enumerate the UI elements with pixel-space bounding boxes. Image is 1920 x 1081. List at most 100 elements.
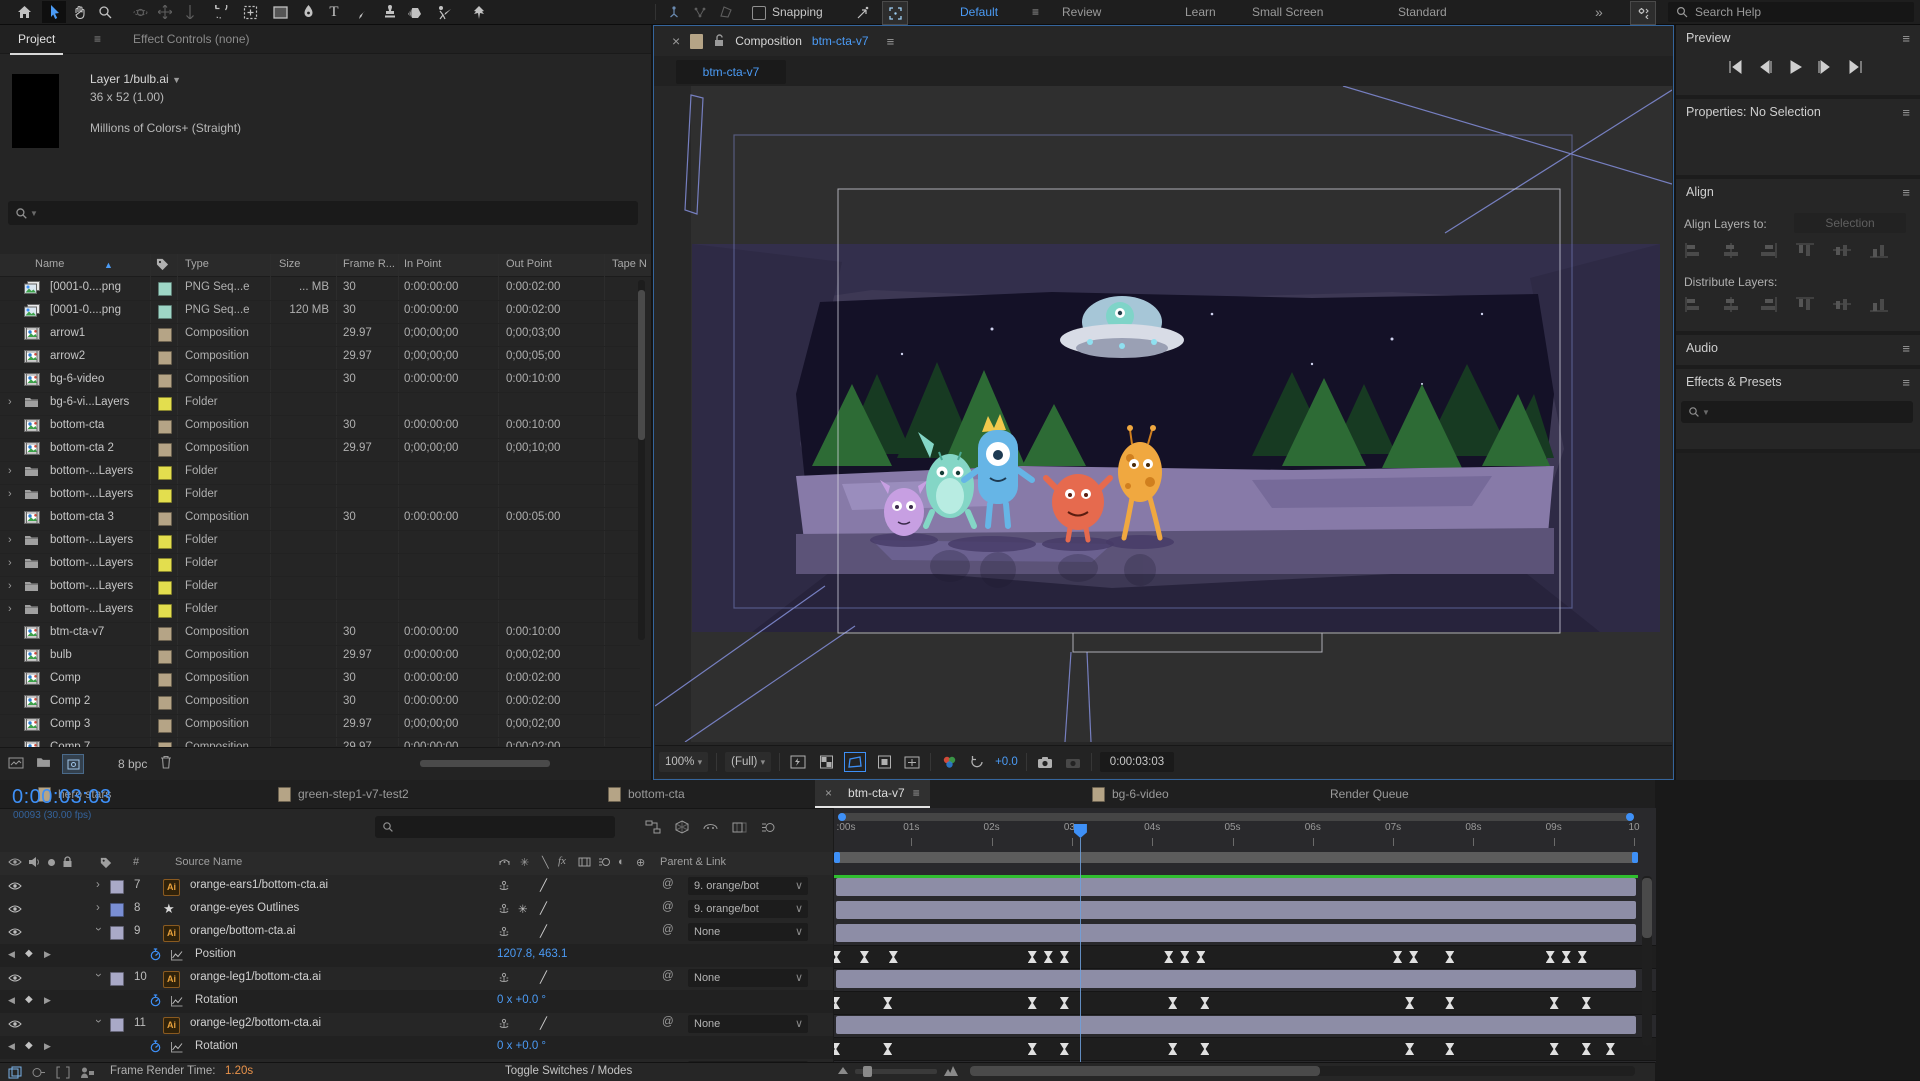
keyframe-icon[interactable]: [1550, 1043, 1559, 1055]
toggle-switches-modes-button[interactable]: Toggle Switches / Modes: [505, 1065, 632, 1077]
layer-name[interactable]: orange-leg1/bottom-cta.ai: [190, 971, 321, 983]
align-selection-dropdown[interactable]: Selection: [1794, 213, 1906, 233]
property-label[interactable]: Position: [195, 948, 236, 960]
quality-sampling-icon[interactable]: [498, 1018, 510, 1030]
project-row[interactable]: ›bottom-...LayersFolder: [0, 553, 640, 577]
exposure-value[interactable]: +0.0: [995, 756, 1018, 768]
layer-duration-bar[interactable]: [836, 878, 1636, 896]
align-button-1[interactable]: [1721, 241, 1741, 259]
property-row[interactable]: ◀◆▶Position1207.8, 463.1: [0, 944, 833, 968]
keyframe-icon[interactable]: [833, 1043, 840, 1055]
project-row[interactable]: arrow2Composition29.970;00;00;000;00;05;…: [0, 346, 640, 370]
timeline-graph-area[interactable]: :00s01s02s03s04s05s06s07s08s09s10: [833, 808, 1656, 1062]
channel-rgb-icon[interactable]: [939, 753, 959, 771]
collapse-chevron-icon[interactable]: ›: [92, 927, 104, 931]
label-color-chip[interactable]: [158, 397, 172, 411]
expand-chevron-icon[interactable]: ›: [8, 488, 12, 500]
exposure-reset-icon[interactable]: [967, 753, 987, 771]
expand-chevron-icon[interactable]: ›: [8, 580, 12, 592]
property-value[interactable]: 1207.8, 463.1: [497, 948, 567, 960]
rig-mesh-icon[interactable]: [714, 1, 738, 23]
label-color-chip[interactable]: [158, 512, 172, 526]
quality-slash-icon[interactable]: ╱: [540, 1016, 547, 1030]
project-row[interactable]: bulbComposition29.970:00:00:000;00;02;00: [0, 645, 640, 669]
keyframe-icon[interactable]: [1409, 951, 1418, 963]
zoom-out-timeline-icon[interactable]: [838, 1065, 848, 1074]
prev-keyframe-button[interactable]: ◀: [8, 995, 15, 1006]
parent-pickwhip-icon[interactable]: @: [662, 878, 674, 890]
orbit-camera-tool-icon[interactable]: [128, 1, 152, 23]
project-row[interactable]: [0001-0....pngPNG Seq...e... MB300:00:00…: [0, 277, 640, 301]
comp-current-time[interactable]: 0:00:03:03: [1100, 752, 1174, 772]
title-action-safe-icon[interactable]: [902, 753, 922, 771]
project-row[interactable]: ›bottom-...LayersFolder: [0, 461, 640, 485]
expand-inout-pane-icon[interactable]: [32, 1066, 46, 1079]
timeline-search-input[interactable]: [375, 816, 615, 838]
distribute-button-4[interactable]: [1832, 295, 1852, 313]
quality-slash-icon[interactable]: ╱: [540, 878, 547, 892]
hide-shy-layers-icon[interactable]: [703, 820, 718, 834]
new-composition-icon[interactable]: [62, 754, 84, 774]
keyframe-icon[interactable]: [860, 951, 869, 963]
project-row[interactable]: bottom-ctaComposition300:00:00:000:00:10…: [0, 415, 640, 439]
pen-tool-icon[interactable]: [296, 1, 320, 23]
workspace-tab-review[interactable]: Review: [1062, 0, 1101, 24]
rotation-tool-icon[interactable]: [208, 1, 232, 23]
keyframe-icon[interactable]: [1445, 997, 1454, 1009]
timeline-tab[interactable]: green-step1-v7-test2: [278, 780, 409, 808]
keyframe-icon[interactable]: [889, 951, 898, 963]
motion-blur-icon[interactable]: [761, 820, 776, 834]
layer-visibility-eye-icon[interactable]: [8, 881, 22, 891]
prev-keyframe-button[interactable]: ◀: [8, 949, 15, 960]
new-folder-icon[interactable]: [36, 756, 51, 768]
label-color-chip[interactable]: [158, 374, 172, 388]
tab-effect-controls[interactable]: Effect Controls (none): [125, 25, 258, 53]
project-row[interactable]: ›bottom-...LayersFolder: [0, 576, 640, 600]
render-queue-tab[interactable]: Render Queue: [1330, 780, 1409, 808]
distribute-button-3[interactable]: [1795, 295, 1815, 313]
fast-previews-icon[interactable]: [788, 753, 808, 771]
stamp-tool-icon[interactable]: [378, 1, 402, 23]
quality-sampling-icon[interactable]: [498, 926, 510, 938]
label-color-chip[interactable]: [158, 650, 172, 664]
keyframe-track[interactable]: [834, 945, 1656, 969]
parent-link-dropdown[interactable]: 9. orange/bot∨: [688, 900, 808, 918]
project-row[interactable]: [0001-0....pngPNG Seq...e120 MB300:00:00…: [0, 300, 640, 324]
pan-behind-anchor-tool-icon[interactable]: [238, 1, 262, 23]
add-keyframe-diamond[interactable]: ◆: [25, 994, 33, 1005]
property-row[interactable]: ◀◆▶Rotation0 x +0.0 °: [0, 1036, 833, 1060]
keyframe-icon[interactable]: [1028, 997, 1037, 1009]
graph-editor-icon[interactable]: [170, 996, 183, 1007]
project-hscroll-handle[interactable]: [420, 760, 550, 767]
snapshot-camera-icon[interactable]: [1035, 753, 1055, 771]
graph-editor-icon[interactable]: [170, 1042, 183, 1053]
frame-blend-icon[interactable]: [732, 820, 747, 834]
quality-sampling-icon[interactable]: [498, 972, 510, 984]
graph-editor-icon[interactable]: [170, 950, 183, 961]
keyframe-icon[interactable]: [1582, 1043, 1591, 1055]
zoom-tool-icon[interactable]: [93, 1, 117, 23]
label-color-chip[interactable]: [158, 719, 172, 733]
guides-options-icon[interactable]: [874, 753, 894, 771]
parent-pickwhip-icon[interactable]: @: [662, 970, 674, 982]
project-row[interactable]: CompComposition300:00:00:000:00:02:00: [0, 668, 640, 692]
first-frame-button[interactable]: [1726, 59, 1744, 75]
next-keyframe-button[interactable]: ▶: [44, 1041, 51, 1052]
label-color-chip[interactable]: [158, 328, 172, 342]
timeline-tab-active[interactable]: ×btm-cta-v7≡: [815, 780, 930, 808]
keyframe-icon[interactable]: [1582, 997, 1591, 1009]
align-button-5[interactable]: [1869, 241, 1889, 259]
label-color-chip[interactable]: [158, 305, 172, 319]
prev-keyframe-button[interactable]: ◀: [8, 1041, 15, 1052]
layer-row[interactable]: ›11Aiorange-leg2/bottom-cta.ai╱@None∨: [0, 1013, 833, 1037]
expand-chevron-icon[interactable]: ›: [8, 465, 12, 477]
previous-frame-button[interactable]: [1756, 59, 1774, 75]
region-of-interest-icon[interactable]: [844, 752, 866, 772]
project-list-scrollbar[interactable]: [638, 280, 645, 640]
project-row[interactable]: ›bottom-...LayersFolder: [0, 530, 640, 554]
project-row[interactable]: Comp 3Composition29.970;00;00;000;00;02;…: [0, 714, 640, 738]
keyframe-icon[interactable]: [1028, 951, 1037, 963]
puppet-pin-tool-icon[interactable]: [466, 1, 490, 23]
workspace-menu-icon[interactable]: ≡: [1032, 0, 1039, 24]
layer-color-chip[interactable]: [110, 926, 124, 940]
